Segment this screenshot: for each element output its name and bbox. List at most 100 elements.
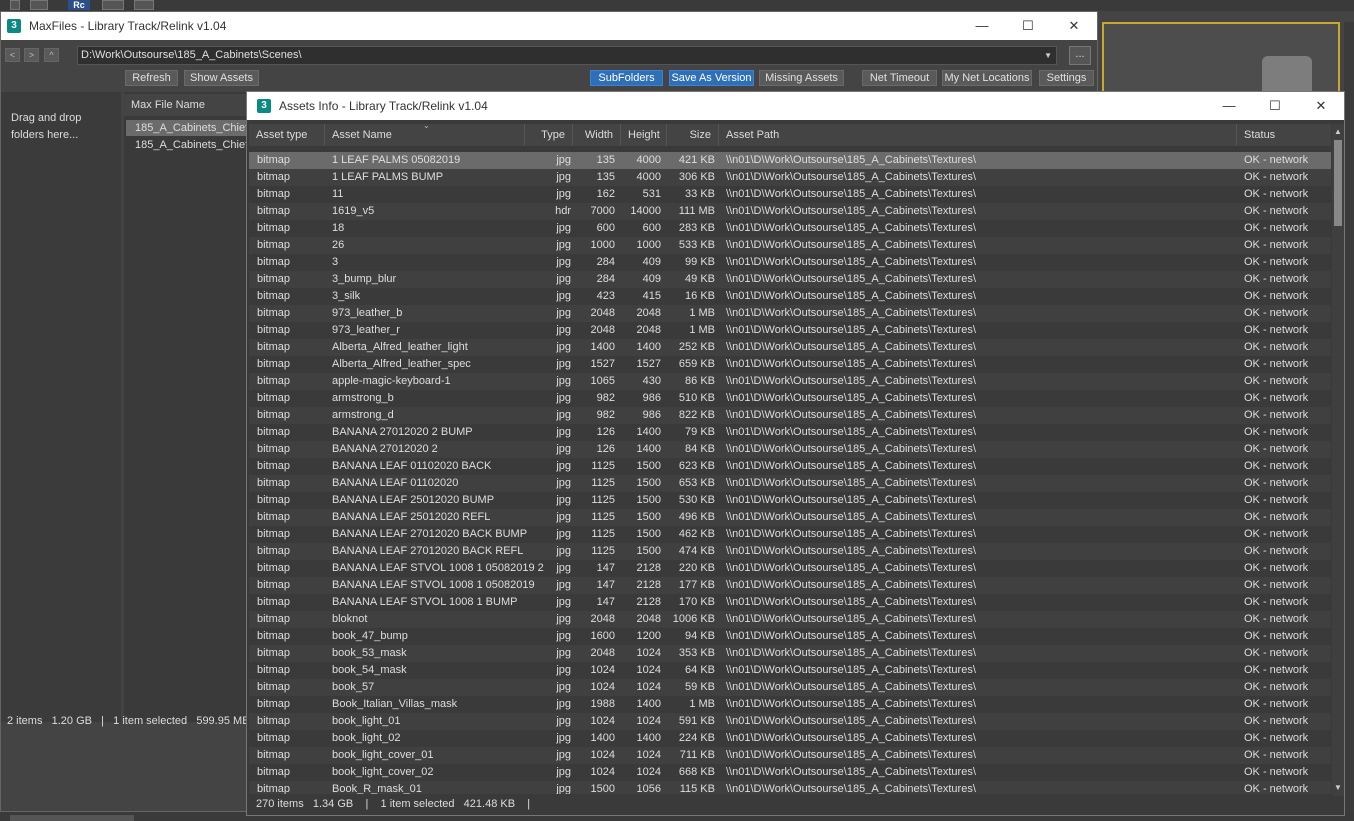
table-row[interactable]: bitmap 1 LEAF PALMS BUMP jpg 135 4000 306 KB \…	[249, 169, 1331, 186]
table-row[interactable]: bitmap BANANA LEAF STVOL 1008 1 BUMP jpg 14…	[249, 594, 1331, 611]
table-row[interactable]: bitmap BANANA 27012020 2 BUMP jpg 126 1400 79…	[249, 424, 1331, 441]
toolbar-icon[interactable]	[10, 0, 20, 10]
maxfiles-titlebar[interactable]: 3 MaxFiles - Library Track/Relink v1.04 …	[1, 12, 1097, 40]
assets-table-body[interactable]: bitmap 1 LEAF PALMS 05082019 jpg 135 4000 421…	[249, 152, 1331, 794]
back-button[interactable]: <	[5, 48, 20, 62]
maximize-button[interactable]: ☐	[1005, 18, 1051, 34]
file-list-item[interactable]: 185_A_Cabinets_Chief	[126, 120, 251, 136]
col-asset-path[interactable]: Asset Path	[719, 124, 1237, 146]
table-row[interactable]: bitmap 26 jpg 1000 1000 533 KB \\n01\D\Work\Ou…	[249, 237, 1331, 254]
table-row[interactable]: bitmap 973_leather_r jpg 2048 2048 1 MB \\n01\…	[249, 322, 1331, 339]
scroll-down-icon[interactable]: ▼	[1332, 782, 1344, 794]
table-row[interactable]: bitmap BANANA LEAF 25012020 REFL jpg 1125 15…	[249, 509, 1331, 526]
table-row[interactable]: bitmap Alberta_Alfred_leather_light jpg 140…	[249, 339, 1331, 356]
file-list-item[interactable]: 185_A_Cabinets_Chief_ba	[126, 137, 251, 153]
table-row[interactable]: bitmap 973_leather_b jpg 2048 2048 1 MB \\n01\…	[249, 305, 1331, 322]
viewcube-icon[interactable]	[1262, 56, 1312, 96]
table-row[interactable]: bitmap book_53_mask jpg 2048 1024 353 KB \\n01…	[249, 645, 1331, 662]
settings-button[interactable]: Settings	[1039, 70, 1094, 86]
table-row[interactable]: bitmap Book_Italian_Villas_mask jpg 1988 140…	[249, 696, 1331, 713]
table-row[interactable]: bitmap BANANA LEAF 01102020 BACK jpg 1125 15…	[249, 458, 1331, 475]
cell-height: 1024	[636, 681, 661, 693]
vertical-scrollbar[interactable]: ▲ ▼	[1332, 124, 1344, 796]
path-input[interactable]: D:\Work\Outsourse\185_A_Cabinets\Scenes\…	[77, 46, 1057, 65]
table-row[interactable]: bitmap book_light_01 jpg 1024 1024 591 KB \\n0…	[249, 713, 1331, 730]
table-row[interactable]: bitmap 1 LEAF PALMS 05082019 jpg 135 4000 421…	[249, 152, 1331, 169]
folder-drop-zone[interactable]	[1, 92, 121, 722]
col-type[interactable]: Type	[525, 124, 573, 146]
col-asset-type[interactable]: Asset type	[249, 124, 325, 146]
col-height[interactable]: Height	[621, 124, 667, 146]
table-row[interactable]: bitmap BANANA LEAF STVOL 1008 1 05082019 …	[249, 560, 1331, 577]
table-row[interactable]: bitmap apple-magic-keyboard-1 jpg 1065 430 86…	[249, 373, 1331, 390]
refresh-button[interactable]: Refresh	[125, 70, 178, 86]
cell-type: jpg	[556, 766, 571, 778]
my-net-locations-button[interactable]: My Net Locations	[942, 70, 1032, 86]
browse-button[interactable]: ...	[1069, 46, 1091, 65]
table-row[interactable]: bitmap book_light_02 jpg 1400 1400 224 KB \\n0…	[249, 730, 1331, 747]
missing-assets-button[interactable]: Missing Assets	[759, 70, 844, 86]
max-file-name-header[interactable]: Max File Name	[124, 94, 254, 116]
toolbar-icon[interactable]	[134, 0, 154, 10]
background-tab[interactable]	[10, 815, 134, 821]
toolbar-rc-icon[interactable]: Rc	[68, 0, 90, 10]
table-row[interactable]: bitmap book_light_cover_01 jpg 1024 1024 711 …	[249, 747, 1331, 764]
cell-asset-path: \\n01\D\Work\Outsourse\185_A_Cabinets\Te…	[726, 766, 976, 778]
cell-height: 1500	[636, 477, 661, 489]
table-row[interactable]: bitmap 3_bump_blur jpg 284 409 49 KB \\n01\D\W…	[249, 271, 1331, 288]
dropdown-arrow-icon[interactable]: ▼	[1044, 47, 1052, 64]
col-width[interactable]: Width	[573, 124, 621, 146]
table-row[interactable]: bitmap Alberta_Alfred_leather_spec jpg 1527…	[249, 356, 1331, 373]
assets-titlebar[interactable]: 3 Assets Info - Library Track/Relink v1.…	[247, 92, 1344, 120]
net-timeout-button[interactable]: Net Timeout	[862, 70, 937, 86]
toolbar-icon[interactable]	[102, 0, 124, 10]
save-as-version-toggle[interactable]: Save As Version	[669, 70, 754, 86]
show-assets-button[interactable]: Show Assets	[184, 70, 259, 86]
cell-asset-type: bitmap	[257, 409, 291, 421]
cell-asset-type: bitmap	[257, 494, 291, 506]
table-row[interactable]: bitmap book_light_cover_02 jpg 1024 1024 668 …	[249, 764, 1331, 781]
table-row[interactable]: bitmap 18 jpg 600 600 283 KB \\n01\D\Work\Outs…	[249, 220, 1331, 237]
max-file-list[interactable]	[124, 92, 254, 722]
table-row[interactable]: bitmap book_54_mask jpg 1024 1024 64 KB \\n01\…	[249, 662, 1331, 679]
cell-height: 1024	[636, 749, 661, 761]
table-row[interactable]: bitmap 1619_v5 hdr 7000 14000 111 MB \\n01\D\W…	[249, 203, 1331, 220]
table-row[interactable]: bitmap 3 jpg 284 409 99 KB \\n01\D\Work\Outsou…	[249, 254, 1331, 271]
table-row[interactable]: bitmap BANANA LEAF 01102020 jpg 1125 1500 653…	[249, 475, 1331, 492]
table-row[interactable]: bitmap armstrong_b jpg 982 986 510 KB \\n01\D\…	[249, 390, 1331, 407]
table-row[interactable]: bitmap 3_silk jpg 423 415 16 KB \\n01\D\Work\O…	[249, 288, 1331, 305]
forward-button[interactable]: >	[24, 48, 39, 62]
scroll-up-icon[interactable]: ▲	[1332, 126, 1344, 138]
table-row[interactable]: bitmap BANANA LEAF 27012020 BACK REFL jpg 1…	[249, 543, 1331, 560]
minimize-button[interactable]: —	[1206, 98, 1252, 114]
cell-asset-name: 1 LEAF PALMS BUMP	[332, 171, 444, 183]
table-row[interactable]: bitmap bloknot jpg 2048 2048 1006 KB \\n01\D\W…	[249, 611, 1331, 628]
maximize-button[interactable]: ☐	[1252, 98, 1298, 114]
col-size[interactable]: Size	[667, 124, 719, 146]
cell-asset-path: \\n01\D\Work\Outsourse\185_A_Cabinets\Te…	[726, 341, 976, 353]
scroll-thumb[interactable]	[1334, 140, 1342, 226]
cell-type: jpg	[556, 562, 571, 574]
table-row[interactable]: bitmap BANANA LEAF STVOL 1008 1 05082019 j…	[249, 577, 1331, 594]
subfolders-toggle[interactable]: SubFolders	[590, 70, 663, 86]
table-row[interactable]: bitmap 11 jpg 162 531 33 KB \\n01\D\Work\Outso…	[249, 186, 1331, 203]
minimize-button[interactable]: —	[959, 18, 1005, 34]
cell-type: jpg	[556, 324, 571, 336]
cell-width: 600	[596, 222, 615, 234]
close-button[interactable]: ✕	[1298, 98, 1344, 114]
cell-asset-type: bitmap	[257, 528, 291, 540]
table-row[interactable]: bitmap book_57 jpg 1024 1024 59 KB \\n01\D\Wor…	[249, 679, 1331, 696]
cell-type: jpg	[556, 732, 571, 744]
table-row[interactable]: bitmap BANANA LEAF 27012020 BACK BUMP jpg 1…	[249, 526, 1331, 543]
table-row[interactable]: bitmap BANANA 27012020 2 jpg 126 1400 84 KB \\…	[249, 441, 1331, 458]
cell-width: 135	[596, 154, 615, 166]
table-row[interactable]: bitmap armstrong_d jpg 982 986 822 KB \\n01\D\…	[249, 407, 1331, 424]
table-row[interactable]: bitmap Book_R_mask_01 jpg 1500 1056 115 KB \\n…	[249, 781, 1331, 794]
up-folder-button[interactable]: ^	[44, 48, 59, 62]
close-button[interactable]: ✕	[1051, 18, 1097, 34]
table-row[interactable]: bitmap book_47_bump jpg 1600 1200 94 KB \\n01\…	[249, 628, 1331, 645]
table-row[interactable]: bitmap BANANA LEAF 25012020 BUMP jpg 1125 15…	[249, 492, 1331, 509]
toolbar-icon[interactable]	[30, 0, 48, 10]
background-app-toolbar: Rc	[0, 0, 1354, 11]
col-status[interactable]: Status	[1237, 124, 1331, 146]
